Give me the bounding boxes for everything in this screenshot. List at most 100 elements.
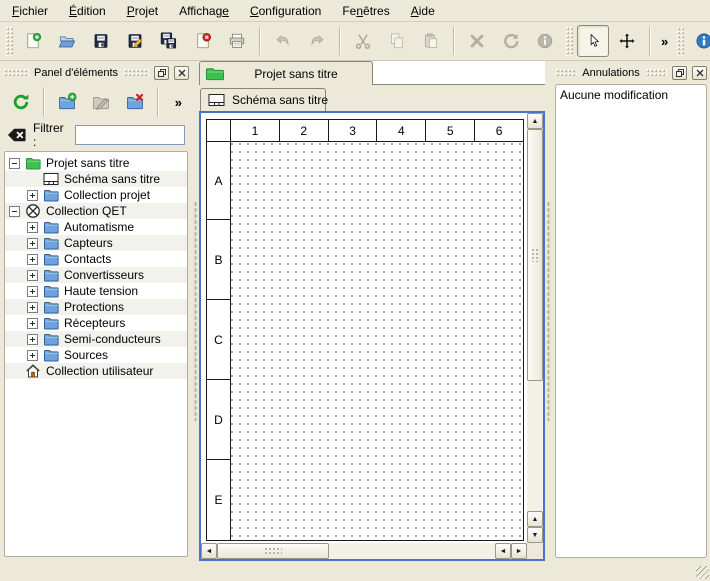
scroll-left-button[interactable]: ◄ [201,543,217,559]
toolbar-separator [259,27,261,55]
diagram-scene[interactable]: 123456 ABCDE [201,113,527,543]
tree-item-convertisseurs[interactable]: Convertisseurs [5,267,187,283]
tree-item-sources[interactable]: Sources [5,347,187,363]
tree-item-collection-projet[interactable]: Collection projet [5,187,187,203]
reload-collections-button[interactable] [4,85,38,119]
expand-icon[interactable] [27,254,38,265]
scroll-up-button-2[interactable]: ▲ [527,511,543,527]
tree-item-r-cepteurs[interactable]: Récepteurs [5,315,187,331]
filter-input[interactable] [75,125,185,145]
tree-item-label: Semi-conducteurs [64,332,161,346]
scroll-right-button[interactable]: ► [511,543,527,559]
menu-projet[interactable]: Projet [118,1,167,21]
menu-affichage[interactable]: Affichage [170,1,238,21]
print-button[interactable] [221,25,253,57]
pan-mode-button[interactable] [611,25,643,57]
save-button[interactable] [85,25,117,57]
toolbar-separator [43,87,45,117]
tree-item-haute-tension[interactable]: Haute tension [5,283,187,299]
expand-icon[interactable] [27,334,38,345]
tree-item-collection-utilisateur[interactable]: Collection utilisateur [5,363,187,379]
blue-folder-icon [43,347,59,363]
delete-button[interactable] [461,25,493,57]
new-category-button[interactable] [50,85,84,119]
dock-handle-texture[interactable] [3,68,29,77]
toolbar-handle[interactable] [676,26,684,56]
undo-button[interactable] [267,25,299,57]
horizontal-scrollbar-thumb[interactable] [217,543,329,559]
menu-edition[interactable]: Édition [60,1,115,21]
selection-mode-button[interactable] [577,25,609,57]
edit-category-button[interactable] [84,85,118,119]
clear-filter-icon[interactable] [7,127,27,143]
diagram-viewport: 123456 ABCDE ▲ ▲ ▼ ◄ ◄ ► [199,111,545,561]
row-header-b: B [207,220,230,300]
undo-history-item[interactable]: Aucune modification [560,86,702,103]
toolbar-handle[interactable] [5,26,13,56]
tab-project[interactable]: Projet sans titre [199,61,373,85]
expand-icon[interactable] [27,302,38,313]
expand-icon[interactable] [27,190,38,201]
dock-handle-texture[interactable] [645,68,667,77]
expand-icon[interactable] [27,286,38,297]
close-panel-button[interactable] [174,66,189,80]
dock-handle-texture[interactable] [555,68,577,77]
tree-item-semi-conducteurs[interactable]: Semi-conducteurs [5,331,187,347]
save-as-button[interactable] [119,25,151,57]
toolbar-overflow-button[interactable]: » [656,34,673,49]
right-splitter[interactable] [545,61,552,561]
tree-item-sch-ma-sans-titre[interactable]: Schéma sans titre [5,171,187,187]
open-project-button[interactable] [51,25,83,57]
menu-aide[interactable]: Aide [402,1,444,21]
about-button[interactable] [688,25,710,57]
scroll-up-button[interactable]: ▲ [527,113,543,129]
toolbar-handle[interactable] [565,26,573,56]
column-header-4: 4 [377,120,426,141]
delete-category-button[interactable] [118,85,152,119]
filter-row: Filtrer : [0,122,192,148]
cut-button[interactable] [347,25,379,57]
element-info-button[interactable] [529,25,561,57]
tree-item-projet-sans-titre[interactable]: Projet sans titre [5,155,187,171]
float-undo-button[interactable] [672,66,687,80]
menu-fichier[interactable]: Fichier [3,1,57,21]
save-all-button[interactable] [153,25,185,57]
tree-item-protections[interactable]: Protections [5,299,187,315]
tree-item-collection-qet[interactable]: Collection QET [5,203,187,219]
blue-folder-icon [43,331,59,347]
expand-icon[interactable] [27,238,38,249]
float-panel-button[interactable] [154,66,169,80]
vertical-scrollbar-track[interactable] [527,381,543,511]
expand-icon[interactable] [27,318,38,329]
expand-icon[interactable] [27,350,38,361]
scroll-left-button-2[interactable]: ◄ [495,543,511,559]
paste-button[interactable] [415,25,447,57]
statusbar [0,561,710,580]
restore-icon [158,69,166,77]
horizontal-scrollbar-track[interactable] [329,543,495,559]
collapse-icon[interactable] [9,158,20,169]
close-project-button[interactable] [187,25,219,57]
collapse-icon[interactable] [9,206,20,217]
save-as-icon [126,29,144,53]
panel-toolbar-overflow-button[interactable]: » [169,95,188,110]
copy-button[interactable] [381,25,413,57]
left-splitter[interactable] [192,61,199,561]
expand-icon[interactable] [27,270,38,281]
expand-icon[interactable] [27,222,38,233]
rotate-button[interactable] [495,25,527,57]
redo-button[interactable] [301,25,333,57]
tab-schema[interactable]: Schéma sans titre [200,88,326,111]
dock-handle-texture[interactable] [123,68,149,77]
menu-configuration[interactable]: Configuration [241,1,330,21]
tree-item-contacts[interactable]: Contacts [5,251,187,267]
tree-item-automatisme[interactable]: Automatisme [5,219,187,235]
resize-grip-icon[interactable] [696,566,709,579]
vertical-scrollbar-thumb[interactable] [527,129,543,381]
close-undo-button[interactable] [692,66,707,80]
new-document-button[interactable] [17,25,49,57]
scroll-down-button[interactable]: ▼ [527,527,543,543]
menu-fenetres[interactable]: Fenêtres [333,1,398,21]
frame-corner [207,120,231,141]
tree-item-capteurs[interactable]: Capteurs [5,235,187,251]
